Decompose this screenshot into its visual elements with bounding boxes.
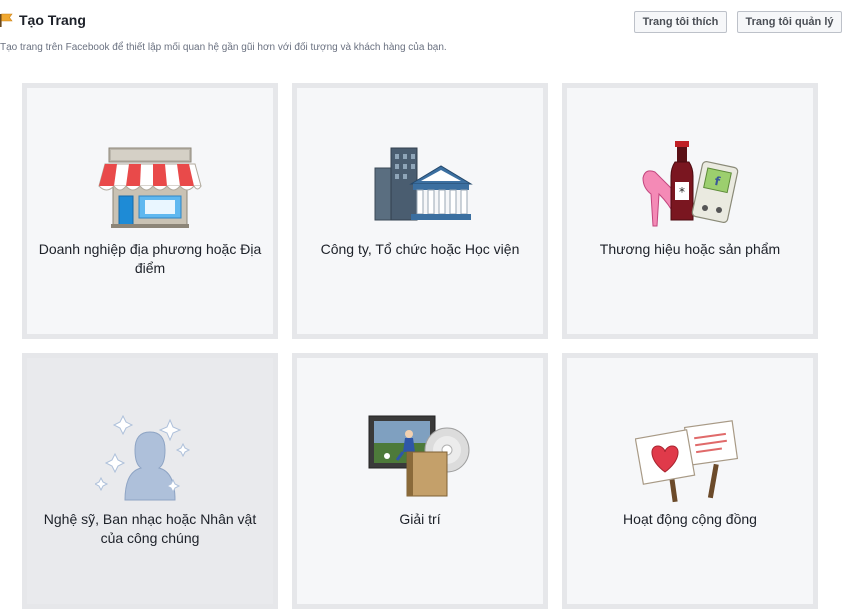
- category-tile-public-figure[interactable]: Nghệ sỹ, Ban nhạc hoặc Nhân vật của công…: [22, 353, 278, 609]
- storefront-icon: [95, 138, 205, 233]
- category-tile-entertainment[interactable]: Giải trí: [292, 353, 548, 609]
- category-tile-local-business[interactable]: Doanh nghiệp địa phương hoặc Địa điểm: [22, 83, 278, 339]
- category-label: Nghệ sỹ, Ban nhạc hoặc Nhân vật của công…: [43, 511, 257, 546]
- managed-pages-button[interactable]: Trang tôi quản lý: [737, 11, 842, 33]
- liked-pages-button[interactable]: Trang tôi thích: [634, 11, 727, 33]
- category-tile-community[interactable]: Hoạt động cộng đồng: [562, 353, 818, 609]
- page-header: Tạo Trang Tạo trang trên Facebook để thi…: [0, 0, 847, 60]
- category-label: Hoạt động cộng đồng: [623, 511, 757, 527]
- community-signs-icon: [634, 408, 745, 503]
- page-subtitle: Tạo trang trên Facebook để thiết lập mối…: [0, 42, 447, 53]
- category-label: Công ty, Tổ chức hoặc Học viện: [320, 241, 520, 257]
- category-tile-company[interactable]: Công ty, Tổ chức hoặc Học viện: [292, 83, 548, 339]
- title-row: Tạo Trang: [0, 12, 86, 28]
- products-icon: * f: [635, 138, 745, 233]
- svg-text:*: *: [679, 185, 685, 199]
- entertainment-icon: [365, 408, 475, 503]
- category-label: Giải trí: [399, 511, 441, 527]
- building-icon: [365, 138, 475, 233]
- category-label: Doanh nghiệp địa phương hoặc Địa điểm: [38, 241, 262, 276]
- category-label: Thương hiệu hoặc sản phẩm: [599, 241, 781, 257]
- category-tile-brand[interactable]: * f Thương hiệu hoặc sản phẩm: [562, 83, 818, 339]
- flag-icon: [0, 12, 14, 28]
- celebrity-icon: [93, 408, 205, 503]
- page-title: Tạo Trang: [19, 12, 86, 28]
